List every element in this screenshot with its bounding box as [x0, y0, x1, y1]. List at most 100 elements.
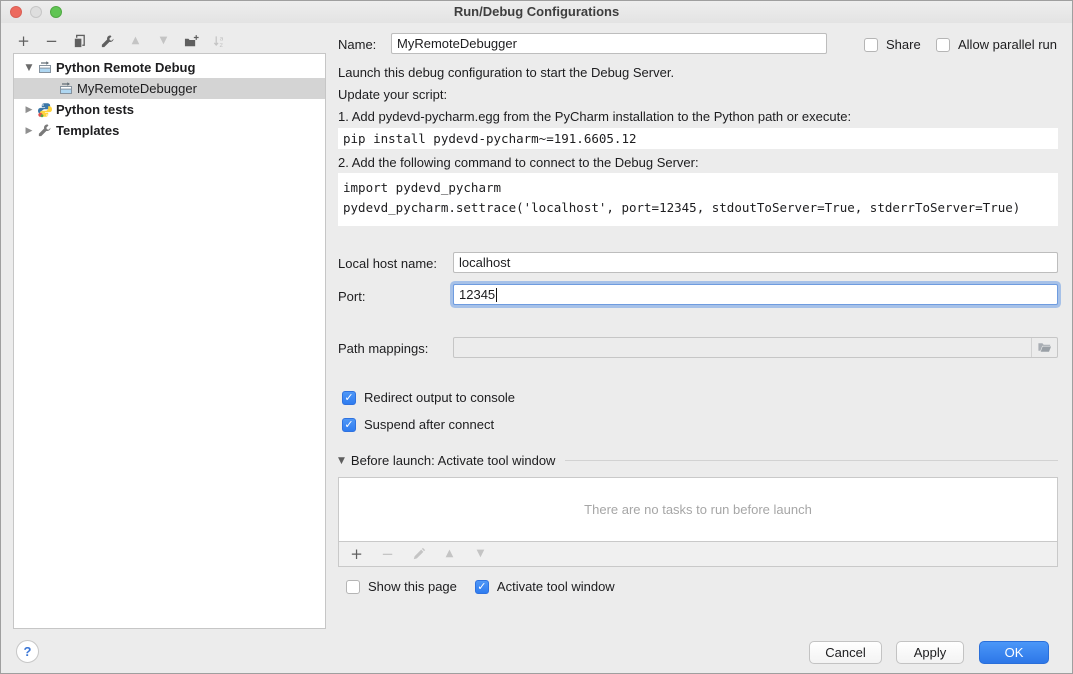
arrow-down-icon: ▼	[160, 36, 168, 46]
allow-parallel-run-checkbox-row: Allow parallel run	[936, 37, 1057, 52]
traffic-lights	[10, 6, 62, 18]
close-window-button[interactable]	[10, 6, 22, 18]
path-mappings-label: Path mappings:	[338, 341, 428, 356]
path-mappings-field[interactable]	[453, 337, 1058, 358]
section-rule	[565, 460, 1058, 461]
name-input[interactable]	[391, 33, 827, 54]
plus-icon: +	[350, 547, 363, 562]
remove-task-button[interactable]: −	[379, 546, 396, 563]
remove-configuration-button[interactable]: −	[43, 33, 60, 50]
port-label: Port:	[338, 289, 365, 304]
folder-icon	[1037, 340, 1052, 355]
minus-icon: −	[45, 34, 58, 49]
copy-configuration-button[interactable]	[71, 33, 88, 50]
tree-item-python-remote-debug[interactable]: ▼ Python Remote Debug	[14, 57, 325, 78]
tree-item-label: Templates	[56, 123, 119, 138]
ok-button[interactable]: OK	[979, 641, 1049, 664]
redirect-output-checkbox[interactable]: ✓	[342, 391, 356, 405]
templates-wrench-icon	[37, 123, 53, 139]
configurations-toolbar: + − ▲ ▼ az	[15, 31, 228, 51]
show-this-page-checkbox[interactable]	[346, 580, 360, 594]
tree-item-templates[interactable]: ▶ Templates	[14, 120, 325, 141]
tree-item-python-tests[interactable]: ▶ Python tests	[14, 99, 325, 120]
local-host-label: Local host name:	[338, 256, 437, 271]
page-options-row: Show this page ✓ Activate tool window	[346, 579, 615, 594]
apply-button[interactable]: Apply	[896, 641, 964, 664]
chevron-expanded-icon[interactable]: ▼	[23, 63, 35, 73]
sort-configurations-button[interactable]: az	[211, 33, 228, 50]
tree-item-label: Python Remote Debug	[56, 60, 195, 75]
cancel-button[interactable]: Cancel	[809, 641, 882, 664]
run-debug-configurations-dialog: Run/Debug Configurations + − ▲ ▼ az ▼	[0, 0, 1073, 674]
settrace-code-snippet: import pydevd_pycharm pydevd_pycharm.set…	[338, 173, 1058, 226]
move-task-down-button[interactable]: ▼	[472, 546, 489, 563]
allow-parallel-run-checkbox[interactable]	[936, 38, 950, 52]
code-line-1: import pydevd_pycharm	[343, 178, 1058, 198]
minus-icon: −	[381, 547, 394, 562]
step1-text: 1. Add pydevd-pycharm.egg from the PyCha…	[338, 109, 851, 124]
arrow-up-icon: ▲	[446, 549, 454, 559]
port-value: 12345	[459, 287, 495, 302]
tree-item-label: Python tests	[56, 102, 134, 117]
add-task-button[interactable]: +	[348, 546, 365, 563]
python-tests-icon	[37, 102, 53, 118]
allow-parallel-run-label: Allow parallel run	[958, 37, 1057, 52]
move-up-button[interactable]: ▲	[127, 33, 144, 50]
plus-icon: +	[17, 34, 30, 49]
code-line-2: pydevd_pycharm.settrace('localhost', por…	[343, 198, 1058, 218]
suspend-after-connect-checkbox[interactable]: ✓	[342, 418, 356, 432]
step2-text: 2. Add the following command to connect …	[338, 155, 699, 170]
new-folder-button[interactable]	[183, 33, 200, 50]
question-mark-icon: ?	[24, 644, 32, 659]
remote-debug-config-icon	[37, 60, 53, 76]
edit-templates-button[interactable]	[99, 33, 116, 50]
sort-alphabetically-icon: az	[212, 34, 227, 49]
port-input[interactable]: 12345	[453, 284, 1058, 305]
text-caret	[496, 288, 497, 302]
share-checkbox[interactable]	[864, 38, 878, 52]
before-launch-toolbar: + − ▲ ▼	[338, 541, 1058, 567]
add-configuration-button[interactable]: +	[15, 33, 32, 50]
configurations-tree: ▼ Python Remote Debug MyRemoteDebugger ▶…	[13, 53, 326, 629]
suspend-after-connect-label: Suspend after connect	[364, 417, 494, 432]
redirect-output-label: Redirect output to console	[364, 390, 515, 405]
zoom-window-button[interactable]	[50, 6, 62, 18]
wrench-icon	[100, 34, 115, 49]
remote-debug-config-icon	[58, 81, 74, 97]
arrow-up-icon: ▲	[132, 36, 140, 46]
suspend-after-connect-row: ✓ Suspend after connect	[342, 417, 494, 432]
activate-tool-window-checkbox[interactable]: ✓	[475, 580, 489, 594]
update-script-heading: Update your script:	[338, 87, 447, 102]
before-launch-title: Before launch: Activate tool window	[351, 453, 556, 468]
browse-path-mappings-button[interactable]	[1032, 338, 1057, 357]
help-button[interactable]: ?	[16, 640, 39, 663]
configuration-form: Name: Share Allow parallel run Launch th…	[338, 1, 1058, 674]
local-host-input[interactable]	[453, 252, 1058, 273]
before-launch-header: ▼ Before launch: Activate tool window	[338, 453, 1058, 468]
pip-command-snippet: pip install pydevd-pycharm~=191.6605.12	[338, 128, 1058, 149]
arrow-down-icon: ▼	[477, 549, 485, 559]
activate-tool-window-label: Activate tool window	[497, 579, 615, 594]
before-launch-tasks-list[interactable]: There are no tasks to run before launch	[338, 477, 1058, 542]
share-label: Share	[886, 37, 921, 52]
minimize-window-button[interactable]	[30, 6, 42, 18]
name-label: Name:	[338, 37, 376, 52]
move-task-up-button[interactable]: ▲	[441, 546, 458, 563]
chevron-collapsed-icon[interactable]: ▶	[23, 105, 35, 115]
section-collapse-icon[interactable]: ▼	[338, 456, 345, 466]
move-down-button[interactable]: ▼	[155, 33, 172, 50]
chevron-collapsed-icon[interactable]: ▶	[23, 126, 35, 136]
tree-item-myremotedebugger[interactable]: MyRemoteDebugger	[14, 78, 325, 99]
tree-item-label: MyRemoteDebugger	[77, 81, 197, 96]
redirect-output-row: ✓ Redirect output to console	[342, 390, 515, 405]
share-checkbox-row: Share	[864, 37, 921, 52]
description-text: Launch this debug configuration to start…	[338, 65, 674, 80]
new-folder-icon	[184, 34, 199, 49]
copy-icon	[72, 34, 87, 49]
edit-task-button[interactable]	[410, 546, 427, 563]
pencil-icon	[412, 547, 426, 561]
path-mappings-input[interactable]	[454, 338, 1032, 357]
no-tasks-text: There are no tasks to run before launch	[584, 502, 812, 517]
svg-text:z: z	[220, 41, 224, 49]
show-this-page-label: Show this page	[368, 579, 457, 594]
